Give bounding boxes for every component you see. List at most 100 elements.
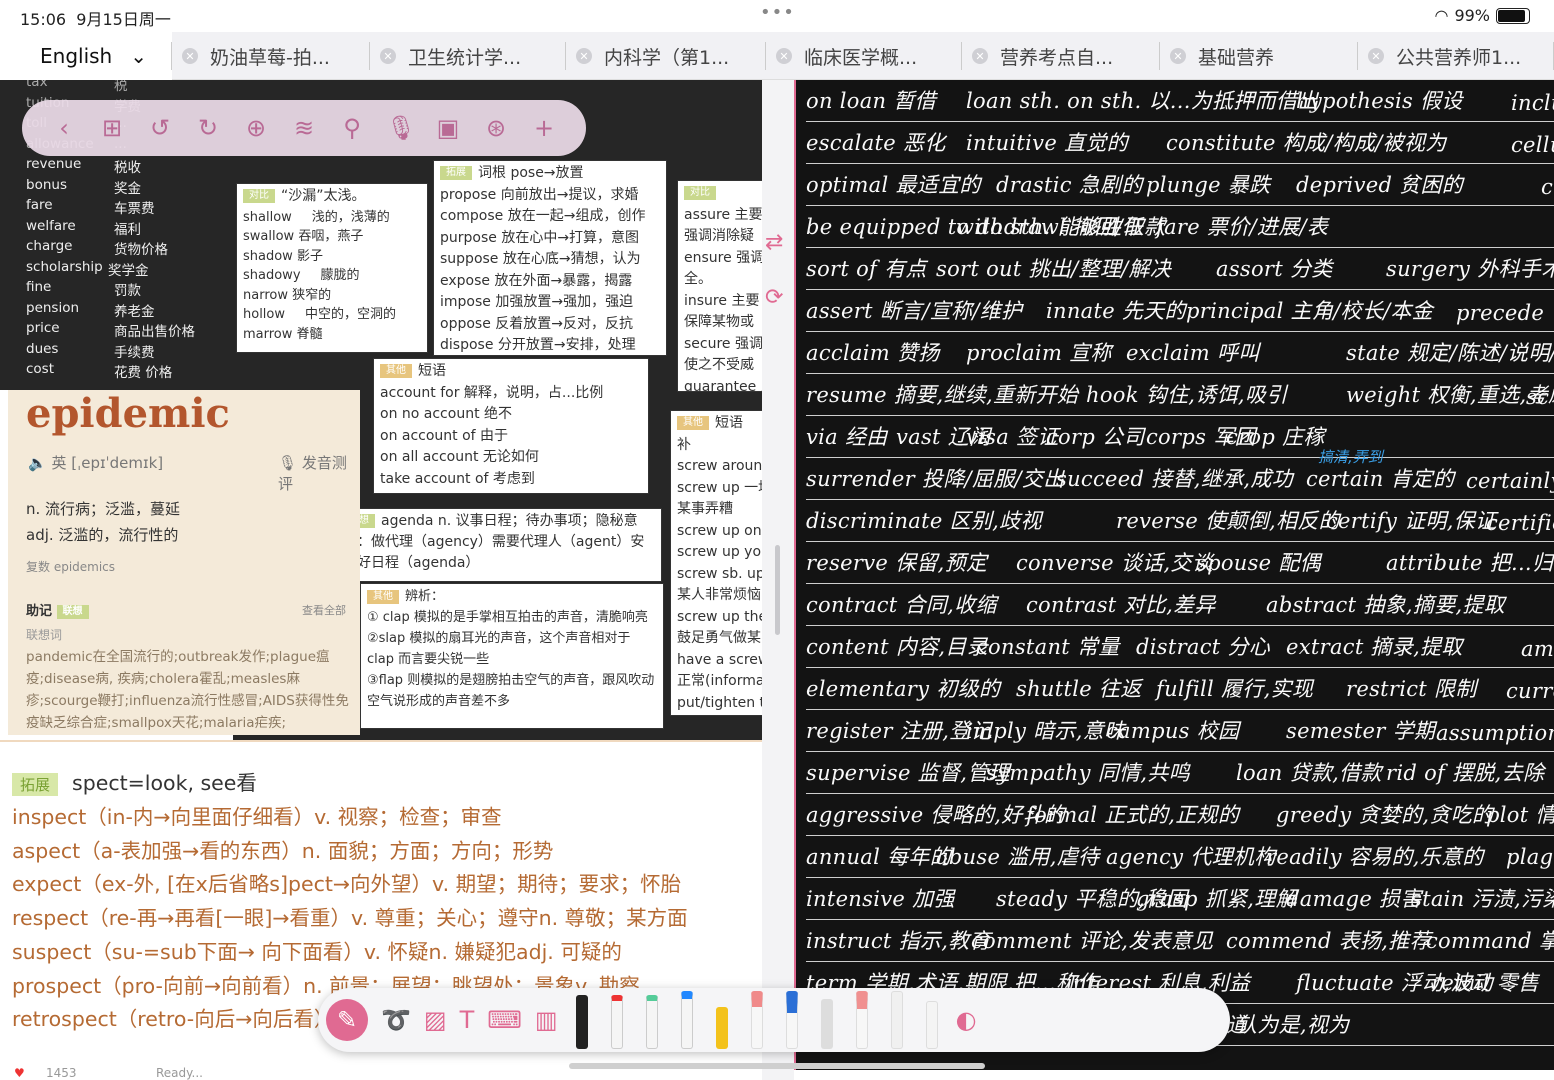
handwritten-entry: comment 评论,发表意见 xyxy=(971,929,1214,953)
tab-close-icon[interactable]: ✕ xyxy=(776,48,792,64)
left-notebook-page[interactable]: tax税tuition学费toll...allowance...revenue税… xyxy=(0,80,762,1080)
battery-icon xyxy=(1496,7,1530,24)
pronounce-button[interactable]: 🎙 发音测评 xyxy=(278,452,360,494)
tab-close-icon[interactable]: ✕ xyxy=(576,48,592,64)
spect-line: inspect（in-内→向里面仔细看）v. 视察；检查；审查 xyxy=(12,805,502,829)
lasso-icon[interactable]: ➰ xyxy=(381,1006,411,1034)
green-pen-icon[interactable] xyxy=(641,991,663,1049)
tab-6[interactable]: ✕ 基础营养 xyxy=(1160,32,1358,80)
chevron-down-icon[interactable]: ⌄ xyxy=(130,44,147,68)
tab-2[interactable]: ✕ 卫生统计学... xyxy=(370,32,566,80)
tab-4[interactable]: ✕ 临床医学概... xyxy=(766,32,962,80)
pose-row: purpose 放在心中→打算，意图 xyxy=(440,229,640,246)
search-icon[interactable]: ⚲ xyxy=(338,114,366,142)
speaker-icon[interactable]: 🔈 xyxy=(28,454,47,472)
pose-card: 拓展 词根 pose→放置 propose 向前放出→提议，求婚 compose 放在… xyxy=(433,160,667,356)
handwritten-entry: sort of 有点 xyxy=(806,257,927,281)
vocab-meaning: 货物价格 xyxy=(114,242,168,258)
tab-close-icon[interactable]: ✕ xyxy=(1170,48,1186,64)
tab-label: 卫生统计学... xyxy=(408,46,522,69)
handwritten-entry: contrast 对比,差异 xyxy=(1026,593,1216,617)
blue-marker-icon[interactable] xyxy=(781,991,803,1049)
handwritten-entry: assert 断言/宣称/维护 xyxy=(806,299,1023,323)
color-palette-icon[interactable]: ◐ xyxy=(956,1006,977,1034)
vocab-meaning: 奖学金 xyxy=(108,262,149,279)
row-meaning: 朦胧的 xyxy=(320,268,360,283)
phrase-card: 其他 短语 account for 解释，说明，占...比例 on no accoun… xyxy=(373,358,649,494)
lasso-tool-icon[interactable] xyxy=(886,991,908,1049)
heart-icon[interactable]: ♥ xyxy=(14,1066,25,1080)
battery-percent: 99% xyxy=(1454,6,1490,25)
tab-close-icon[interactable]: ✕ xyxy=(1368,48,1384,64)
tab-close-icon[interactable]: ✕ xyxy=(380,48,396,64)
grid-icon[interactable]: ⊞ xyxy=(98,114,126,142)
add-page-icon[interactable]: ⊕ xyxy=(242,114,270,142)
redo-icon[interactable]: ↻ xyxy=(194,114,222,142)
handwriting-line: be equipped to do sth. 能够胜任 withdrawl 撤回/… xyxy=(806,208,1554,248)
pink-marker-icon[interactable] xyxy=(746,991,768,1049)
text-box-icon[interactable]: T xyxy=(460,1006,475,1034)
spect-title: spect=look, see看 xyxy=(72,771,257,795)
clap-card: 其他 辨析： ① clap 模拟的是手掌相互拍击的声音，清脆响亮 ②slap 模拟的扇… xyxy=(360,583,664,729)
mic-icon[interactable]: 🎙 xyxy=(386,114,416,142)
red-pen-icon[interactable] xyxy=(606,991,628,1049)
spect-title-line: 拓展 spect=look, see看 xyxy=(12,766,257,796)
keyboard-icon[interactable]: ⌨ xyxy=(487,1006,522,1034)
assure-row: assure 主要 xyxy=(684,206,762,223)
handwritten-notebook-page[interactable]: on loan 暂借 loan sth. on sth. 以...为抵押而借出 hy… xyxy=(794,80,1554,1070)
handwritten-entry: assort 分类 xyxy=(1216,257,1333,281)
handwritten-entry: fare 票价/进展/表 xyxy=(1156,215,1329,239)
yellow-highlighter-icon[interactable] xyxy=(711,991,733,1049)
assure-row: guarantee 既 xyxy=(684,378,762,392)
tab-7[interactable]: ✕ 公共营养师1... xyxy=(1358,32,1554,80)
handwriting-line: resume 摘要,继续,重新开始 hook 钩住,诱饵,吸引 weight 权衡,… xyxy=(806,376,1554,416)
tab-close-icon[interactable]: ✕ xyxy=(182,48,198,64)
vocab-word: dues xyxy=(26,340,59,357)
split-divider[interactable]: ⇄ ⟳ xyxy=(762,80,794,1080)
pose-row: expose 放在外面→暴露，揭露 xyxy=(440,272,633,289)
media-icon[interactable]: ▣ xyxy=(434,114,462,142)
pen-mode-icon[interactable]: ✎ xyxy=(326,999,368,1041)
book-icon[interactable]: ▥ xyxy=(535,1006,558,1034)
handwritten-entry: plague 瘟 xyxy=(1506,845,1554,869)
dict-def-adj: adj. 泛滥的，流行性的 xyxy=(26,526,179,544)
blue-pen-icon[interactable] xyxy=(676,991,698,1049)
swap-icon[interactable]: ⇄ xyxy=(765,230,783,255)
contrast-row: narrow 狭窄的 xyxy=(243,286,421,306)
ruler-icon[interactable] xyxy=(921,991,943,1049)
tab-close-icon[interactable]: ✕ xyxy=(972,48,988,64)
dict-phonetic[interactable]: 🔈 英 [ˌepɪˈdemɪk] xyxy=(28,452,163,473)
tab-0[interactable]: English ⌄ xyxy=(0,32,172,80)
mic-icon: 🎙 xyxy=(278,454,298,472)
handwriting-line: instruct 指示,教育 comment 评论,发表意见 commend 表扬,… xyxy=(806,922,1554,962)
handwritten-entry: certainly xyxy=(1466,469,1554,493)
eraser-icon[interactable] xyxy=(851,991,873,1049)
multitask-dots[interactable]: ••• xyxy=(760,2,795,23)
view-all-link[interactable]: 查看全部 xyxy=(302,602,346,618)
row-word: shadowy xyxy=(243,268,301,283)
handwritten-entry: register 注册,登记 xyxy=(806,719,992,743)
handwriting-line: reserve 保留,预定 converse 谈话,交谈 spouse 配偶 attr… xyxy=(806,544,1554,584)
undo-icon[interactable]: ↺ xyxy=(146,114,174,142)
screw-row: (informal)) xyxy=(677,714,756,715)
tab-3[interactable]: ✕ 内科学（第1... xyxy=(566,32,766,80)
globe-icon[interactable]: ⊛ xyxy=(482,114,510,142)
handwritten-entry: resume 摘要,继续,重新开始 xyxy=(806,383,1079,407)
vocab-row: bonus 奖金 xyxy=(20,177,230,197)
sync-icon[interactable]: ⟳ xyxy=(765,285,783,310)
vocab-word: pension xyxy=(26,299,80,316)
handwriting-line: sort of 有点 sort out 挑出/整理/解决 assort 分类 surg… xyxy=(806,250,1554,290)
divider-handle[interactable] xyxy=(775,545,780,635)
fountain-pen-icon[interactable] xyxy=(571,991,593,1049)
assure-card: 对比 assure 主要 强调消除疑 ensure 强调 全。 insure 主要 保障某物… xyxy=(677,180,762,392)
layers-icon[interactable]: ≋ xyxy=(290,114,318,142)
back-icon[interactable]: ‹ xyxy=(50,114,78,142)
dict-plural: 复数 epidemics xyxy=(26,560,116,574)
image-icon[interactable]: ▨ xyxy=(424,1006,447,1034)
plus-icon[interactable]: + xyxy=(530,114,558,142)
handwritten-entry: cellular xyxy=(1511,133,1554,157)
phrase-card-tag: 其他 xyxy=(380,364,412,378)
tab-5[interactable]: ✕ 营养考点自... xyxy=(962,32,1160,80)
tab-1[interactable]: ✕ 奶油草莓-拍... xyxy=(172,32,370,80)
pencil-icon[interactable] xyxy=(816,991,838,1049)
